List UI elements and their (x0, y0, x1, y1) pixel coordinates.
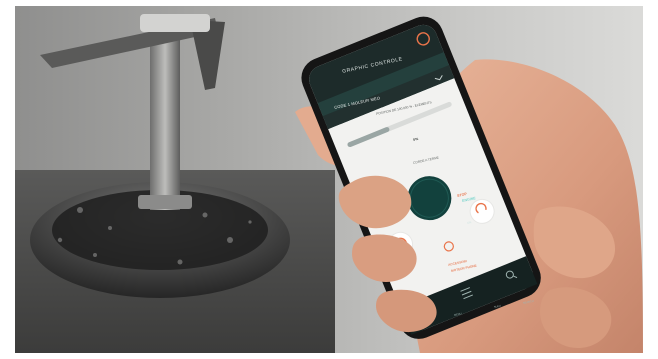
center-button-indicator: ON (466, 220, 472, 225)
scene-svg (0, 0, 658, 359)
top-border (15, 0, 643, 6)
left-border (0, 0, 15, 359)
right-border (643, 0, 658, 359)
bottom-border (15, 353, 643, 359)
faucet-icon (150, 30, 180, 210)
photo-scene: GRAPHIC CONTROLE CODE 1 MOLEUR MEO POSIT… (0, 0, 658, 359)
